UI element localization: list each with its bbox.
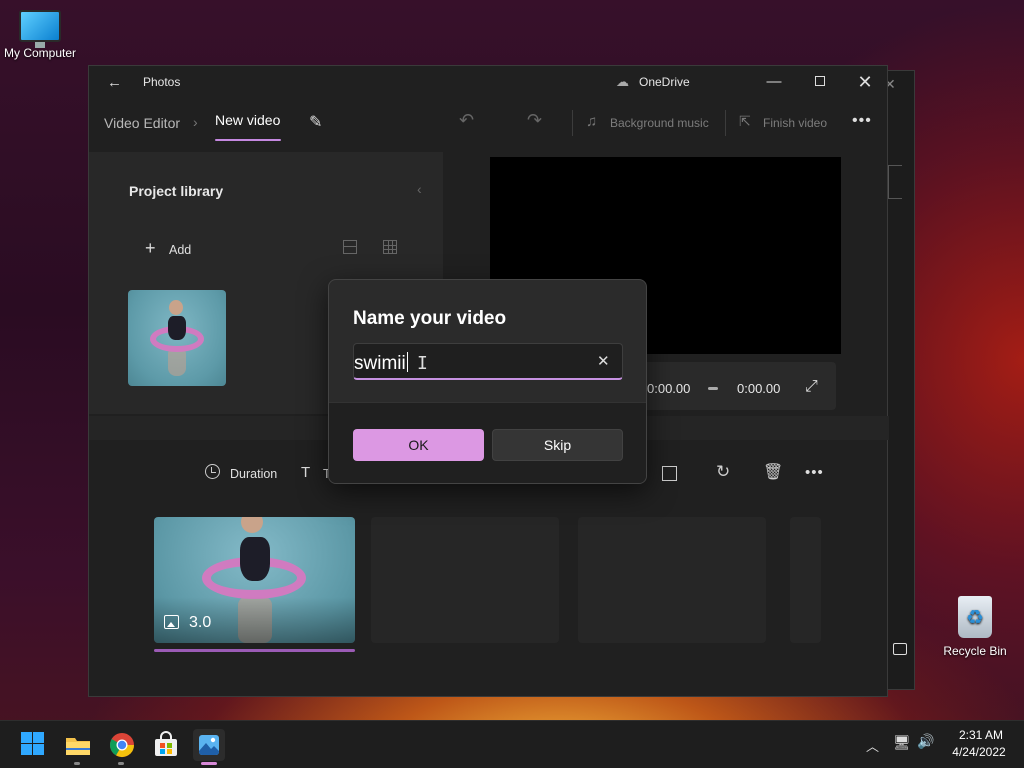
title-bar: ← Photos ☁ OneDrive — ✕ — [89, 66, 887, 98]
running-indicator — [74, 762, 80, 765]
collapse-chevron-icon[interactable]: ‹ — [417, 181, 422, 197]
maximize-button[interactable] — [810, 72, 830, 92]
video-name-text: swimii — [354, 353, 406, 374]
clear-input-icon[interactable]: ✕ — [597, 352, 610, 370]
delete-trash-icon[interactable]: 🗑 — [763, 462, 783, 482]
text-caret — [406, 352, 408, 372]
redo-icon[interactable]: ↷ — [527, 110, 542, 131]
windows-logo-icon — [21, 732, 32, 743]
text-cursor-icon: I — [417, 353, 428, 374]
onedrive-status[interactable]: OneDrive — [639, 75, 690, 89]
undo-icon[interactable]: ↶ — [459, 110, 474, 131]
fullscreen-expand-icon[interactable]: ⤢ — [805, 378, 818, 396]
empty-clip-slot — [790, 517, 821, 643]
show-hidden-icons-chevron-icon[interactable]: ︿ — [866, 736, 879, 755]
desktop-icon-label: My Computer — [3, 46, 77, 60]
storyboard-clip[interactable]: 3.0 — [154, 517, 355, 643]
share-export-icon: ⇱ — [739, 113, 751, 129]
start-button[interactable] — [19, 730, 49, 760]
crop-icon[interactable] — [662, 466, 677, 481]
recycle-bin-icon — [958, 596, 992, 638]
folder-icon — [66, 738, 90, 755]
editor-toolbar: Video Editor › New video ✎ ↶ ↷ ♫ Backgro… — [89, 102, 887, 144]
store-bag-icon — [155, 731, 177, 756]
video-name-input[interactable]: swimii I ✕ — [353, 343, 623, 380]
dense-grid-view-icon[interactable] — [383, 240, 397, 254]
storyboard-more-icon[interactable]: ••• — [805, 464, 824, 481]
computer-icon — [19, 10, 61, 48]
breadcrumb-video-editor[interactable]: Video Editor — [104, 115, 180, 131]
active-app-indicator — [201, 762, 217, 765]
desktop-icon-recycle-bin[interactable]: Recycle Bin — [935, 596, 1015, 658]
name-video-dialog: Name your video swimii I ✕ OK Skip — [328, 279, 647, 484]
grid-view-icon[interactable] — [343, 240, 357, 254]
seek-bar[interactable] — [708, 387, 718, 390]
add-button[interactable]: Add — [169, 243, 191, 257]
current-time: 0:00.00 — [647, 381, 691, 396]
empty-clip-slot — [371, 517, 559, 643]
toolbar-divider — [725, 110, 726, 136]
toolbar-divider — [572, 110, 573, 136]
chrome-button[interactable] — [107, 730, 137, 760]
more-options-icon[interactable]: ••• — [852, 112, 872, 130]
close-button[interactable]: ✕ — [855, 72, 875, 92]
dialog-title: Name your video — [353, 308, 507, 329]
message-icon[interactable] — [893, 643, 907, 655]
library-item-thumbnail[interactable] — [128, 290, 226, 386]
microsoft-store-button[interactable] — [151, 730, 181, 760]
breadcrumb-chevron-icon: › — [193, 114, 198, 130]
image-clip-icon — [164, 615, 179, 629]
duration-button[interactable]: Duration — [230, 467, 277, 481]
chrome-icon — [109, 733, 134, 758]
project-library-title: Project library — [129, 183, 224, 199]
background-music-button[interactable]: Background music — [610, 116, 709, 130]
total-time: 0:00.00 — [737, 381, 781, 396]
volume-icon[interactable]: 🔊 — [917, 733, 934, 750]
maximize-icon — [815, 76, 825, 86]
running-indicator — [118, 762, 124, 765]
photos-icon — [199, 735, 219, 755]
clock-icon — [205, 464, 220, 479]
photos-button[interactable] — [193, 729, 225, 761]
clip-selected-indicator — [154, 649, 355, 652]
rotate-icon[interactable]: ↻ — [716, 462, 730, 482]
rename-pencil-icon[interactable]: ✎ — [309, 112, 322, 132]
taskbar-time[interactable]: 2:31 AM — [950, 728, 1012, 742]
network-icon[interactable]: 🖥 — [893, 734, 911, 751]
skip-button[interactable]: Skip — [492, 429, 623, 461]
breadcrumb-current[interactable]: New video — [215, 112, 280, 128]
video-name-value: swimii — [354, 352, 408, 375]
cloud-off-icon: ☁ — [616, 74, 629, 89]
text-tool-icon[interactable]: T — [301, 464, 310, 481]
taskbar-date[interactable]: 4/24/2022 — [946, 745, 1012, 759]
desktop-icon-my-computer[interactable]: My Computer — [0, 10, 80, 60]
plus-icon[interactable]: + — [145, 238, 156, 259]
file-explorer-button[interactable] — [63, 730, 93, 760]
clip-shade — [154, 597, 355, 643]
dialog-footer: OK Skip — [329, 402, 646, 483]
desktop-icon-label: Recycle Bin — [943, 644, 1007, 658]
clip-duration: 3.0 — [189, 614, 212, 631]
finish-video-button[interactable]: Finish video — [763, 116, 827, 130]
minimize-button[interactable]: — — [764, 72, 784, 92]
music-note-icon: ♫ — [586, 113, 598, 130]
breadcrumb-active-indicator — [215, 139, 281, 141]
ok-button[interactable]: OK — [353, 429, 484, 461]
back-arrow-icon[interactable]: ← — [107, 74, 122, 91]
app-title: Photos — [143, 75, 181, 89]
empty-clip-slot — [578, 517, 766, 643]
background-window-control — [888, 165, 902, 199]
